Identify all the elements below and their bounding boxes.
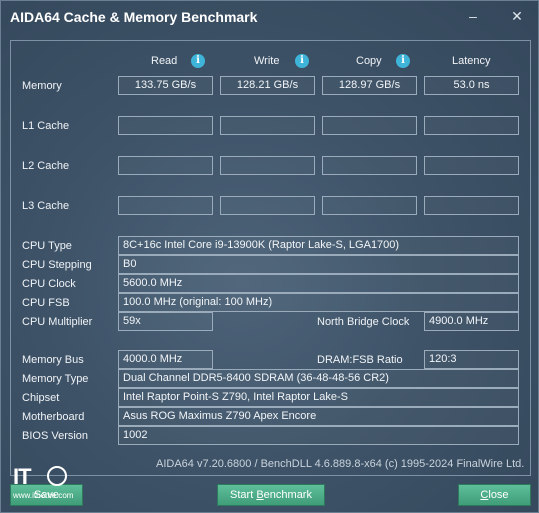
column-write: Write xyxy=(254,55,280,67)
memory-bus-label: Memory Bus xyxy=(22,354,84,366)
bios-version-value: 1002 xyxy=(118,426,519,445)
copy-info-icon[interactable]: i xyxy=(396,54,410,68)
cpu-type-label: CPU Type xyxy=(22,240,72,252)
row-label-l3: L3 Cache xyxy=(22,200,70,212)
cpu-type-value: 8C+16c Intel Core i9-13900K (Raptor Lake… xyxy=(118,236,519,255)
l1-read-value xyxy=(118,116,213,135)
motherboard-value: Asus ROG Maximus Z790 Apex Encore xyxy=(118,407,519,426)
l3-write-value xyxy=(220,196,315,215)
l2-copy-value xyxy=(322,156,417,175)
cpu-fsb-value: 100.0 MHz (original: 100 MHz) xyxy=(118,293,519,312)
version-footer: AIDA64 v7.20.6800 / BenchDLL 4.6.889.8-x… xyxy=(156,458,525,470)
ithome-watermark: IT www.ithome.com xyxy=(13,464,75,504)
read-info-icon[interactable]: i xyxy=(191,54,205,68)
write-info-icon[interactable]: i xyxy=(295,54,309,68)
memory-copy-value: 128.97 GB/s xyxy=(322,76,417,95)
cpu-clock-value: 5600.0 MHz xyxy=(118,274,519,293)
minimize-button[interactable]: – xyxy=(460,5,486,27)
memory-latency-value: 53.0 ns xyxy=(424,76,519,95)
title-bar: AIDA64 Cache & Memory Benchmark – ✕ xyxy=(1,1,538,33)
start-benchmark-accesskey: B xyxy=(256,489,264,501)
watermark-brand: IT xyxy=(13,464,32,489)
row-label-l2: L2 Cache xyxy=(22,160,70,172)
l2-latency-value xyxy=(424,156,519,175)
watermark-logo-icon xyxy=(47,466,67,486)
cpu-fsb-label: CPU FSB xyxy=(22,297,70,309)
cpu-multiplier-value: 59x xyxy=(118,312,213,331)
l3-latency-value xyxy=(424,196,519,215)
chipset-label: Chipset xyxy=(22,392,60,404)
memory-write-value: 128.21 GB/s xyxy=(220,76,315,95)
close-suffix: lose xyxy=(488,489,509,501)
bios-version-label: BIOS Version xyxy=(22,430,89,442)
window-title: AIDA64 Cache & Memory Benchmark xyxy=(10,9,258,25)
start-benchmark-button[interactable]: Start Benchmark xyxy=(217,484,325,506)
cpu-multiplier-label: CPU Multiplier xyxy=(22,316,93,328)
memory-read-value: 133.75 GB/s xyxy=(118,76,213,95)
l2-write-value xyxy=(220,156,315,175)
dram-fsb-ratio-label: DRAM:FSB Ratio xyxy=(317,354,403,366)
start-benchmark-suffix: enchmark xyxy=(263,489,312,501)
memory-type-value: Dual Channel DDR5-8400 SDRAM (36-48-48-5… xyxy=(118,369,519,388)
row-label-memory: Memory xyxy=(22,80,62,92)
north-bridge-clock-value: 4900.0 MHz xyxy=(424,312,519,331)
memory-bus-value: 4000.0 MHz xyxy=(118,350,213,369)
column-read: Read xyxy=(151,55,178,67)
memory-type-label: Memory Type xyxy=(22,373,89,385)
cpu-stepping-label: CPU Stepping xyxy=(22,259,92,271)
chipset-value: Intel Raptor Point-S Z790, Intel Raptor … xyxy=(118,388,519,407)
close-button[interactable]: Close xyxy=(458,484,531,506)
l1-copy-value xyxy=(322,116,417,135)
benchmark-window: AIDA64 Cache & Memory Benchmark – ✕ Read… xyxy=(0,0,539,513)
row-label-l1: L1 Cache xyxy=(22,120,70,132)
l1-latency-value xyxy=(424,116,519,135)
column-latency: Latency xyxy=(452,55,491,67)
l1-write-value xyxy=(220,116,315,135)
dram-fsb-ratio-value: 120:3 xyxy=(424,350,519,369)
motherboard-label: Motherboard xyxy=(22,411,85,423)
north-bridge-clock-label: North Bridge Clock xyxy=(317,316,410,328)
start-benchmark-prefix: Start xyxy=(230,489,257,501)
cpu-clock-label: CPU Clock xyxy=(22,278,76,290)
l3-copy-value xyxy=(322,196,417,215)
close-window-button[interactable]: ✕ xyxy=(504,5,530,27)
watermark-site: www.ithome.com xyxy=(13,491,74,500)
l3-read-value xyxy=(118,196,213,215)
cpu-stepping-value: B0 xyxy=(118,255,519,274)
column-copy: Copy xyxy=(356,55,382,67)
l2-read-value xyxy=(118,156,213,175)
